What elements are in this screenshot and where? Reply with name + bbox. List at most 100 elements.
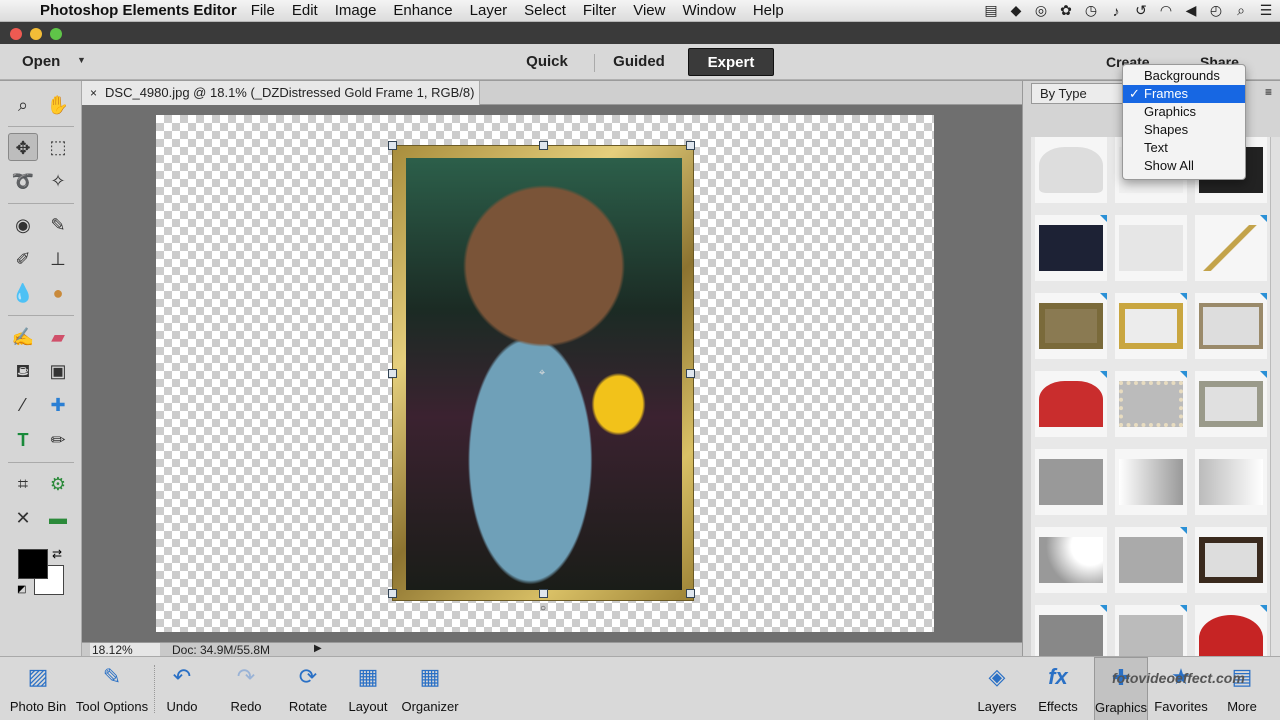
mode-quick-button[interactable]: Quick — [508, 48, 586, 76]
healing-brush-tool-icon[interactable]: ✎ — [43, 211, 73, 239]
thumbnail[interactable] — [1035, 371, 1107, 437]
menu-layer[interactable]: Layer — [470, 2, 508, 19]
redo-button[interactable]: ↷ Redo — [224, 657, 268, 720]
dropdown-item-shapes[interactable]: Shapes — [1123, 121, 1245, 139]
red-eye-tool-icon[interactable]: ◉ — [8, 211, 38, 239]
dropdown-item-graphics[interactable]: Graphics — [1123, 103, 1245, 121]
open-button[interactable]: Open — [22, 53, 60, 70]
thumbnail[interactable] — [1035, 449, 1107, 515]
undo-button[interactable]: ↶ Undo — [160, 657, 204, 720]
content-aware-move-tool-icon[interactable]: ✕ — [8, 504, 38, 532]
mode-expert-button[interactable]: Expert — [688, 48, 774, 76]
rotate-handle-icon[interactable]: ○ — [540, 603, 546, 614]
dropdown-item-show-all[interactable]: Show All — [1123, 157, 1245, 175]
menu-file[interactable]: File — [251, 2, 275, 19]
thumbnail[interactable] — [1195, 605, 1267, 656]
menu-select[interactable]: Select — [524, 2, 566, 19]
transform-handle-top-left[interactable] — [388, 141, 397, 150]
lasso-tool-icon[interactable]: ➰ — [8, 167, 38, 195]
thumbnail[interactable] — [1115, 215, 1187, 281]
spotlight-search-icon[interactable]: ⌕ — [1233, 2, 1249, 19]
more-button[interactable]: ▤ More — [1216, 657, 1268, 720]
straighten-tool-icon[interactable]: ▬ — [43, 504, 73, 532]
dropdown-item-backgrounds[interactable]: Backgrounds — [1123, 67, 1245, 85]
notification-center-icon[interactable]: ☰ — [1258, 2, 1274, 19]
menu-image[interactable]: Image — [335, 2, 377, 19]
mode-guided-button[interactable]: Guided — [600, 48, 678, 76]
transform-handle-bottom-right[interactable] — [686, 589, 695, 598]
menu-help[interactable]: Help — [753, 2, 784, 19]
paw-icon[interactable]: ✿ — [1058, 2, 1074, 19]
swap-colors-icon[interactable]: ⇄ — [52, 547, 62, 561]
minimize-window-button[interactable] — [30, 28, 42, 40]
smart-brush-tool-icon[interactable]: ✐ — [8, 245, 38, 273]
clone-stamp-tool-icon[interactable]: ⊥ — [43, 245, 73, 273]
zoom-window-button[interactable] — [50, 28, 62, 40]
status-menu-arrow-icon[interactable]: ▶ — [314, 643, 322, 654]
marquee-tool-icon[interactable]: ⬚ — [43, 133, 73, 161]
transform-handle-top[interactable] — [539, 141, 548, 150]
thumbnail[interactable] — [1035, 293, 1107, 359]
thumbnail[interactable] — [1195, 449, 1267, 515]
blur-tool-icon[interactable]: 💧 — [8, 279, 38, 307]
time-machine-icon[interactable]: ↺ — [1133, 2, 1149, 19]
panel-scrollbar[interactable] — [1270, 137, 1280, 656]
transform-handle-top-right[interactable] — [686, 141, 695, 150]
layers-button[interactable]: ◈ Layers — [972, 657, 1022, 720]
zoom-tool-icon[interactable]: ⌕ — [8, 91, 38, 119]
eyedropper-tool-icon[interactable]: ⁄ — [8, 391, 38, 419]
thumbnail[interactable] — [1115, 293, 1187, 359]
thumbnail[interactable] — [1115, 371, 1187, 437]
pencil-tool-icon[interactable]: ✏ — [43, 426, 73, 454]
thumbnail[interactable] — [1115, 527, 1187, 593]
timer-icon[interactable]: ◷ — [1083, 2, 1099, 19]
dropdown-item-text[interactable]: Text — [1123, 139, 1245, 157]
sponge-tool-icon[interactable]: ● — [43, 279, 73, 307]
gradient-tool-icon[interactable]: ▣ — [43, 357, 73, 385]
thumbnail[interactable] — [1115, 605, 1187, 656]
thumbnail[interactable] — [1035, 605, 1107, 656]
menu-edit[interactable]: Edit — [292, 2, 318, 19]
graphics-button[interactable]: ✚ Graphics — [1094, 657, 1148, 720]
eraser-tool-icon[interactable]: ▰ — [43, 323, 73, 351]
recompose-tool-icon[interactable]: ⚙ — [43, 470, 73, 498]
thumbnail[interactable] — [1195, 527, 1267, 593]
document-canvas[interactable]: ○ ⌖ — [156, 115, 934, 632]
foreground-color-swatch[interactable] — [18, 549, 48, 579]
type-tool-icon[interactable]: T — [8, 426, 38, 454]
paint-bucket-tool-icon[interactable]: ⛾ — [8, 357, 38, 385]
menu-view[interactable]: View — [633, 2, 665, 19]
transform-handle-bottom[interactable] — [539, 589, 548, 598]
transform-handle-left[interactable] — [388, 369, 397, 378]
screen-icon[interactable]: ▤ — [983, 2, 999, 19]
transform-handle-bottom-left[interactable] — [388, 589, 397, 598]
rotate-button[interactable]: ⟳ Rotate — [284, 657, 332, 720]
notification-bell-icon[interactable]: ♪ — [1108, 3, 1124, 19]
wifi-icon[interactable]: ◠ — [1158, 2, 1174, 19]
zoom-level-field[interactable]: 18.12% — [90, 643, 160, 657]
thumbnail[interactable] — [1115, 449, 1187, 515]
photo-bin-button[interactable]: ▨ Photo Bin — [6, 657, 70, 720]
tool-options-button[interactable]: ✎ Tool Options — [72, 657, 152, 720]
layout-button[interactable]: ▦ Layout — [344, 657, 392, 720]
thumbnail[interactable] — [1195, 371, 1267, 437]
dropdown-item-frames[interactable]: ✓ Frames — [1123, 85, 1245, 103]
effects-button[interactable]: fx Effects — [1032, 657, 1084, 720]
transform-handle-right[interactable] — [686, 369, 695, 378]
thumbnail[interactable] — [1035, 137, 1107, 203]
menu-filter[interactable]: Filter — [583, 2, 616, 19]
move-tool-icon[interactable]: ✥ — [8, 133, 38, 161]
clock-icon[interactable]: ◴ — [1208, 2, 1224, 19]
dropbox-icon[interactable]: ◆ — [1008, 2, 1024, 19]
volume-icon[interactable]: ◀ — [1183, 2, 1199, 19]
menu-window[interactable]: Window — [682, 2, 735, 19]
canvas-area[interactable]: ○ ⌖ — [82, 105, 1022, 642]
brush-tool-icon[interactable]: ✍ — [8, 323, 38, 351]
favorites-button[interactable]: ★ Favorites — [1152, 657, 1210, 720]
creative-cloud-icon[interactable]: ◎ — [1033, 2, 1049, 19]
hand-tool-icon[interactable]: ✋ — [43, 91, 73, 119]
close-window-button[interactable] — [10, 28, 22, 40]
thumbnail[interactable] — [1035, 215, 1107, 281]
thumbnail[interactable] — [1195, 293, 1267, 359]
thumbnail[interactable] — [1195, 215, 1267, 281]
